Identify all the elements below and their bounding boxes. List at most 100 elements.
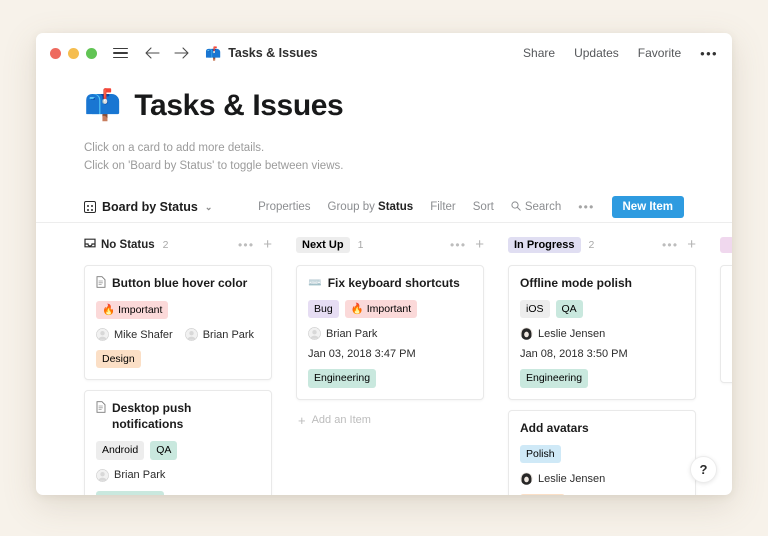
sort-button[interactable]: Sort — [473, 201, 494, 213]
board-card[interactable]: Desktop push notifications Android QA Br… — [84, 390, 272, 495]
board-card[interactable]: Offline mode polish iOS QA Leslie Jensen… — [508, 264, 696, 400]
mailbox-icon: 📫 — [84, 89, 122, 122]
tag-engineering[interactable]: Engineering — [308, 369, 377, 388]
card-title-text: Fix keyboard shortcuts — [327, 275, 460, 290]
column-add-icon[interactable]: + — [475, 237, 484, 252]
person[interactable]: Brian Park — [308, 327, 377, 341]
page-title-text: Tasks & Issues — [134, 89, 344, 122]
column-header: In Progress 2 ••• + — [508, 236, 696, 254]
traffic-lights — [50, 47, 97, 59]
person[interactable]: Leslie Jensen — [520, 472, 606, 486]
tag-polish[interactable]: Polish — [520, 445, 561, 464]
person[interactable]: Leslie Jensen — [520, 327, 606, 341]
tag-qa[interactable]: QA — [150, 441, 178, 460]
inbox-icon — [84, 237, 96, 252]
menu-icon[interactable] — [113, 47, 128, 59]
card-title: ⌨️ Fix keyboard shortcuts — [308, 276, 472, 292]
page-title: 📫 Tasks & Issues — [84, 89, 684, 123]
person[interactable]: Brian Park — [96, 468, 166, 482]
avatar — [184, 328, 198, 341]
updates-button[interactable]: Updates — [574, 46, 619, 60]
maximize-window-button[interactable] — [86, 47, 97, 59]
add-item-label: Add an Item — [311, 414, 371, 427]
plus-icon: + — [298, 412, 306, 428]
search-icon — [511, 201, 521, 214]
group-by-value: Status — [378, 201, 414, 214]
person-name: Mike Shafer — [114, 328, 173, 341]
tag-important[interactable]: 🔥 Important — [96, 300, 169, 320]
card-title: Desktop push notifications — [96, 401, 260, 432]
card-title-text: Button blue hover color — [112, 275, 248, 290]
person[interactable]: Brian Park — [184, 328, 254, 341]
new-item-button[interactable]: New Item — [611, 196, 684, 219]
column-count: 1 — [357, 238, 364, 251]
filter-button[interactable]: Filter — [430, 201, 456, 213]
person-name: Brian Park — [114, 469, 166, 482]
column-add-icon[interactable]: + — [263, 237, 272, 252]
column-title-chip[interactable]: In Progress — [508, 236, 581, 253]
add-item-button[interactable]: + Add an Item — [296, 410, 484, 431]
properties-button[interactable]: Properties — [258, 201, 310, 213]
help-button[interactable]: ? — [690, 456, 717, 483]
column-title-chip[interactable] — [720, 236, 732, 253]
search-label: Search — [524, 201, 562, 214]
avatar — [520, 472, 533, 486]
column-add-icon[interactable]: + — [687, 237, 696, 252]
person-name: Leslie Jensen — [538, 472, 606, 485]
board-card[interactable]: Add avatars Polish Leslie Jensen Design — [508, 409, 696, 495]
card-people: Mike Shafer Brian Park — [96, 328, 260, 341]
back-arrow-icon[interactable] — [145, 47, 160, 59]
keyboard-icon: ⌨️ — [308, 276, 322, 289]
column-more-icon[interactable]: ••• — [662, 238, 678, 252]
page-icon — [96, 275, 106, 292]
card-title-text: Desktop push notifications — [112, 401, 192, 431]
toolbar-more-icon[interactable]: ••• — [578, 200, 594, 214]
card-date: Jan 08, 2018 3:50 PM — [520, 348, 628, 361]
tag-bug[interactable]: Bug — [308, 300, 339, 319]
view-selector[interactable]: Board by Status ⌄ — [84, 200, 212, 214]
card-tags: Polish — [520, 445, 684, 464]
forward-arrow-icon[interactable] — [174, 47, 189, 59]
card-people: Brian Park — [96, 468, 260, 482]
column-header: Next Up 1 ••• + — [296, 236, 484, 254]
card-tags: iOS QA — [520, 300, 684, 319]
board-card[interactable] — [720, 264, 732, 383]
card-title-text: Add avatars — [520, 420, 589, 435]
fire-icon: 🔥 — [102, 303, 116, 316]
tag-label: Important — [366, 303, 412, 316]
tag-design[interactable]: Design — [96, 350, 141, 369]
favorite-button[interactable]: Favorite — [638, 46, 681, 60]
tag-important[interactable]: 🔥 Important — [344, 300, 418, 319]
column-more-icon[interactable]: ••• — [238, 238, 254, 252]
board-card[interactable]: ⌨️ Fix keyboard shortcuts Bug 🔥 Importan… — [296, 264, 484, 400]
column-more-icon[interactable]: ••• — [450, 238, 466, 252]
board-column-no-status: No Status 2 ••• + Button blue hover colo… — [84, 236, 296, 495]
close-window-button[interactable] — [50, 47, 61, 59]
board-card[interactable]: Button blue hover color 🔥 Important Mike… — [84, 264, 272, 381]
column-title-chip[interactable]: Next Up — [296, 236, 350, 253]
person-name: Leslie Jensen — [538, 327, 606, 340]
card-footer-tags: Engineering — [96, 490, 260, 495]
card-title: Add avatars — [520, 421, 684, 437]
tag-engineering[interactable]: Engineering — [520, 369, 589, 388]
tag-qa[interactable]: QA — [555, 300, 583, 319]
tag-android[interactable]: Android — [96, 441, 145, 460]
tag-design[interactable]: Design — [520, 494, 565, 495]
breadcrumb[interactable]: 📫 Tasks & Issues — [205, 46, 318, 60]
card-footer-tags: Engineering — [520, 369, 684, 388]
tag-label: Important — [118, 303, 163, 316]
search-button[interactable]: Search — [511, 201, 561, 214]
page-body: 📫 Tasks & Issues Click on a card to add … — [36, 73, 732, 495]
column-title[interactable]: No Status — [84, 237, 155, 252]
breadcrumb-label: Tasks & Issues — [228, 46, 318, 60]
tag-engineering[interactable]: Engineering — [96, 490, 165, 495]
more-options-icon[interactable]: ••• — [700, 46, 718, 61]
avatar — [96, 328, 109, 341]
minimize-window-button[interactable] — [68, 47, 79, 59]
board-column-next-up: Next Up 1 ••• + ⌨️ Fix keyboard shortcut… — [296, 236, 508, 495]
card-people: Brian Park — [308, 327, 472, 341]
tag-ios[interactable]: iOS — [520, 300, 550, 319]
group-by-button[interactable]: Group by Status — [328, 201, 414, 213]
share-button[interactable]: Share — [523, 46, 555, 60]
person[interactable]: Mike Shafer — [96, 328, 173, 341]
